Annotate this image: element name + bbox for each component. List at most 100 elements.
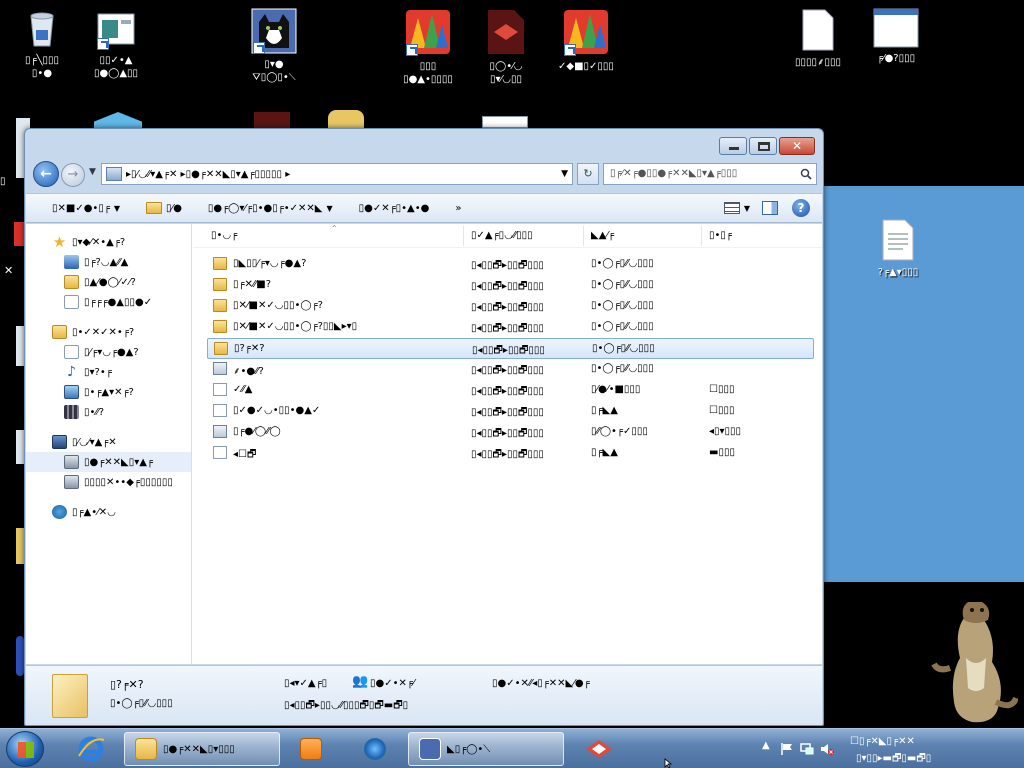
text-document-icon [881, 218, 915, 262]
nav-label: ▯▲⁄●◯⁄✓⁄? [84, 276, 136, 288]
refresh-button[interactable]: ↻ [577, 163, 599, 185]
nav-favorites[interactable]: ★ ▯▾◆⁄✕•▲╒? [26, 232, 191, 252]
change-view-button[interactable]: ▼ [723, 202, 750, 214]
details-name: ▯?╒✕? [110, 678, 144, 691]
table-row[interactable]: ⸙•●⁄⁄? ▯◂▯▯🗗▸▯▯🗗▯▯▯ ▯•◯╒▯⁄⁄◡▯▯▯ [193, 359, 822, 380]
back-button[interactable]: ← [33, 161, 59, 187]
settings-file-icon [213, 362, 227, 375]
large-folder-icon [52, 674, 88, 718]
music-note-icon: ♪ [67, 364, 76, 380]
close-button[interactable]: ✕ [779, 137, 815, 155]
column-type[interactable]: ◣▲⁄╒ [591, 230, 614, 241]
file-type: ▯•◯╒▯⁄⁄◡▯▯▯ [591, 300, 654, 311]
column-date-modified[interactable]: ▯✓▲╒▯◡⁄⁄▯▯▯ [471, 230, 533, 241]
shortcut-arrow-icon [253, 42, 265, 54]
taskbar-red-app[interactable] [572, 732, 626, 766]
clock-date[interactable]: ▯▾▯▯▸▬🗗▯▬🗗▯ [856, 751, 931, 768]
taskbar-browser[interactable] [348, 732, 402, 766]
explorer-window[interactable]: ✕ ← → ▼ ▸▯⁄◡⁄⁄▾▲╒✕ ▸▯●╒✕✕◣▯▾▲╒▯▯▯▯▯ ▸ ▼ … [24, 128, 824, 726]
table-row[interactable]: ▯✓●✓◡•▯▯•●▲✓ ▯◂▯▯🗗▸▯▯🗗▯▯▯ ▯╒◣▲ ☐▯▯▯ [193, 401, 822, 422]
desktop-icon-label: ▯▾● [264, 59, 284, 70]
column-name[interactable]: ▯•◡╒ [211, 230, 237, 241]
address-dropdown-icon[interactable]: ▼ [557, 169, 572, 179]
table-row[interactable]: ◂☐🗗 ▯◂▯▯🗗▸▯▯🗗▯▯▯ ▯╒◣▲ ▬▯▯▯ [193, 443, 822, 464]
clock-time[interactable]: ☐▯╒✕◣▯╒✕✕ [850, 736, 915, 747]
nav-network[interactable]: ▯╒▲•⁄✕◡ [26, 502, 191, 522]
nav-item-recent[interactable]: ▯╒╒╒●▲▯▯●✓ [26, 292, 191, 312]
taskbar-media-player[interactable] [284, 732, 338, 766]
nav-item-drive-2[interactable]: ▯▯▯▯✕••◆╒▯▯▯▯▯▯ [26, 472, 191, 492]
preview-pane-button[interactable] [762, 201, 778, 215]
control-panel-icon [95, 8, 137, 50]
nav-item-pictures[interactable]: ▯•╒▲▾✕╒? [26, 382, 191, 402]
folder-icon [213, 278, 227, 291]
column-divider[interactable] [701, 226, 702, 246]
red-diamond-icon [586, 740, 612, 758]
details-date: ▯◂▯▯🗗▸▯▯◡⁄⁄▯▯▯🗗▯🗗▬🗗▯ [284, 700, 409, 711]
organize-button[interactable]: ▯✕■✓●•▯╒ ▼ [52, 203, 120, 214]
address-row: ← → ▼ ▸▯⁄◡⁄⁄▾▲╒✕ ▸▯●╒✕✕◣▯▾▲╒▯▯▯▯▯ ▸ ▼ ↻ … [31, 161, 817, 189]
burn-button[interactable]: ▯●✓✕╒▯•▲•● [359, 203, 430, 214]
table-row[interactable]: ✓⁄⁄▲ ▯◂▯▯🗗▸▯▯🗗▯▯▯ ▯⁄●⁄•■▯▯▯ ☐▯▯▯ [193, 380, 822, 401]
desktop-icon-recycle-bin[interactable]: ▯╒╲▯▯▯ ▯•● [0, 8, 84, 80]
help-button[interactable]: ? [792, 199, 810, 217]
table-row[interactable]: ▯╒✕⁄⁄■? ▯◂▯▯🗗▸▯▯🗗▯▯▯ ▯•◯╒▯⁄⁄◡▯▯▯ [193, 275, 822, 296]
maximize-button[interactable] [749, 137, 777, 155]
column-divider[interactable] [463, 226, 464, 246]
column-divider[interactable] [583, 226, 584, 246]
table-row[interactable]: ▯╒●⁄◯⁄⁄◯ ▯◂▯▯🗗▸▯▯🗗▯▯▯ ▯⁄⁄◯•╒✓▯▯▯ ◂▯▾▯▯▯ [193, 422, 822, 443]
search-input[interactable]: ▯╒⁄✕╒●▯▯●╒✕✕◣▯▾▲╒▯▯▯ [603, 163, 817, 185]
nav-computer[interactable]: ▯⁄◡⁄▾▲╒✕ [26, 432, 191, 452]
network-monitor-icon[interactable] [800, 742, 814, 756]
desktop-icon-right-file[interactable]: ?╒▲▾▯▯▯ [856, 218, 940, 279]
chevron-down-icon: ▼ [113, 203, 121, 213]
start-button[interactable] [6, 731, 44, 767]
taskbar-internet-explorer[interactable] [64, 732, 118, 766]
nav-item-music[interactable]: ♪ ▯▾?•╒ [26, 362, 191, 382]
table-row[interactable]: ▯✕⁄■✕✓◡▯▯•◯╒? ▯◂▯▯🗗▸▯▯🗗▯▯▯ ▯•◯╒▯⁄⁄◡▯▯▯ [193, 296, 822, 317]
desktop-icon-control-panel[interactable]: ▯▯✓•▲ ▯●◯▲▯▯ [74, 8, 158, 80]
desktop-icon-window-file[interactable]: ╒⁄●?▯▯▯ [854, 8, 938, 65]
desktop-icon-cat-app[interactable]: ▯▾● ⛛▯◯▯•⟍ [232, 8, 316, 84]
volume-muted-icon[interactable] [820, 742, 834, 756]
show-hidden-icons-button[interactable]: ▲ [762, 740, 770, 751]
table-row[interactable]: ▯◣▯▯⁄╒▾◡╒●▲? ▯◂▯▯🗗▸▯▯🗗▯▯▯ ▯•◯╒▯⁄⁄◡▯▯▯ [193, 254, 822, 275]
forward-button[interactable]: → [61, 163, 85, 187]
nav-libraries[interactable]: ▯•✓✕✓✕•╒? [26, 322, 191, 342]
table-row[interactable]: ▯?╒✕? ▯◂▯▯🗗▸▯▯🗗▯▯▯ ▯•◯╒▯⁄⁄◡▯▯▯ [207, 338, 814, 359]
nav-item-local-disk[interactable]: ▯●╒✕✕◣▯▾▲╒ [26, 452, 191, 472]
taskbar-cat-app[interactable]: ◣▯╒◯•⟍ [408, 732, 564, 766]
desktop-icon-avg-2[interactable]: ✓◆■▯✓▯▯▯ [544, 8, 628, 73]
action-center-flag-icon[interactable] [780, 742, 794, 756]
more-commands-button[interactable]: » [455, 203, 461, 214]
nav-item-downloads[interactable]: ▯▲⁄●◯⁄✓⁄? [26, 272, 191, 292]
hard-disk-icon [64, 475, 79, 489]
address-bar[interactable]: ▸▯⁄◡⁄⁄▾▲╒✕ ▸▯●╒✕✕◣▯▾▲╒▯▯▯▯▯ ▸ ▼ [101, 163, 573, 185]
minimize-button[interactable] [719, 137, 747, 155]
share-with-button[interactable]: ▯●╒◯▾⁄╒▯•●▯╒•✓✕✕◣ ▼ [208, 203, 333, 214]
column-size[interactable]: ▯•▯╒ [709, 230, 732, 241]
desktop-icon-file-1[interactable]: ▯▯▯▯⸙▯▯▯ [776, 8, 860, 69]
nav-item-videos[interactable]: ▯•⁄⁄? [26, 402, 191, 422]
desktop-icon-red-app[interactable]: ▯◯•⁄◡ ▯▾⁄◡▯▯ [464, 8, 548, 86]
table-row[interactable]: ▯✕⁄■✕✓◡▯▯•◯╒?▯▯◣▸▾▯ ▯◂▯▯🗗▸▯▯🗗▯▯▯ ▯•◯╒▯⁄⁄◡▯… [193, 317, 822, 338]
file-date: ▯◂▯▯🗗▸▯▯🗗▯▯▯ [471, 449, 544, 460]
nav-item-desktop[interactable]: ▯╒?◡▲⁄⁄▲ [26, 252, 191, 272]
film-strip-icon [64, 405, 79, 419]
nav-item-documents[interactable]: ▯⁄╒▾◡╒●▲? [26, 342, 191, 362]
desktop-icon-label: ▯●▲•▯▯▯▯ [403, 74, 453, 85]
desktop-icon-label: ▯◯•⁄◡ [489, 61, 523, 72]
recent-pages-dropdown[interactable]: ▼ [89, 167, 96, 177]
open-button[interactable]: ▯⁄● [146, 202, 182, 214]
hidden-desktop-icon [254, 112, 290, 128]
desktop-icon-label: ╒⁄●?▯▯▯ [876, 53, 916, 64]
window-titlebar[interactable]: ✕ [25, 129, 823, 159]
file-name: ⸙•●⁄⁄? [233, 366, 264, 377]
libraries-icon [52, 325, 67, 339]
desktop-icon-avg[interactable]: ▯▯▯ ▯●▲•▯▯▯▯ [386, 8, 470, 86]
taskbar-explorer-window[interactable]: ▯●╒✕✕◣▯▾▯▯▯ [124, 732, 280, 766]
hard-disk-icon [64, 455, 79, 469]
edge-icon [16, 326, 24, 366]
chevron-down-icon: ▼ [743, 203, 750, 213]
nav-label: ▯•⁄⁄? [84, 406, 105, 418]
